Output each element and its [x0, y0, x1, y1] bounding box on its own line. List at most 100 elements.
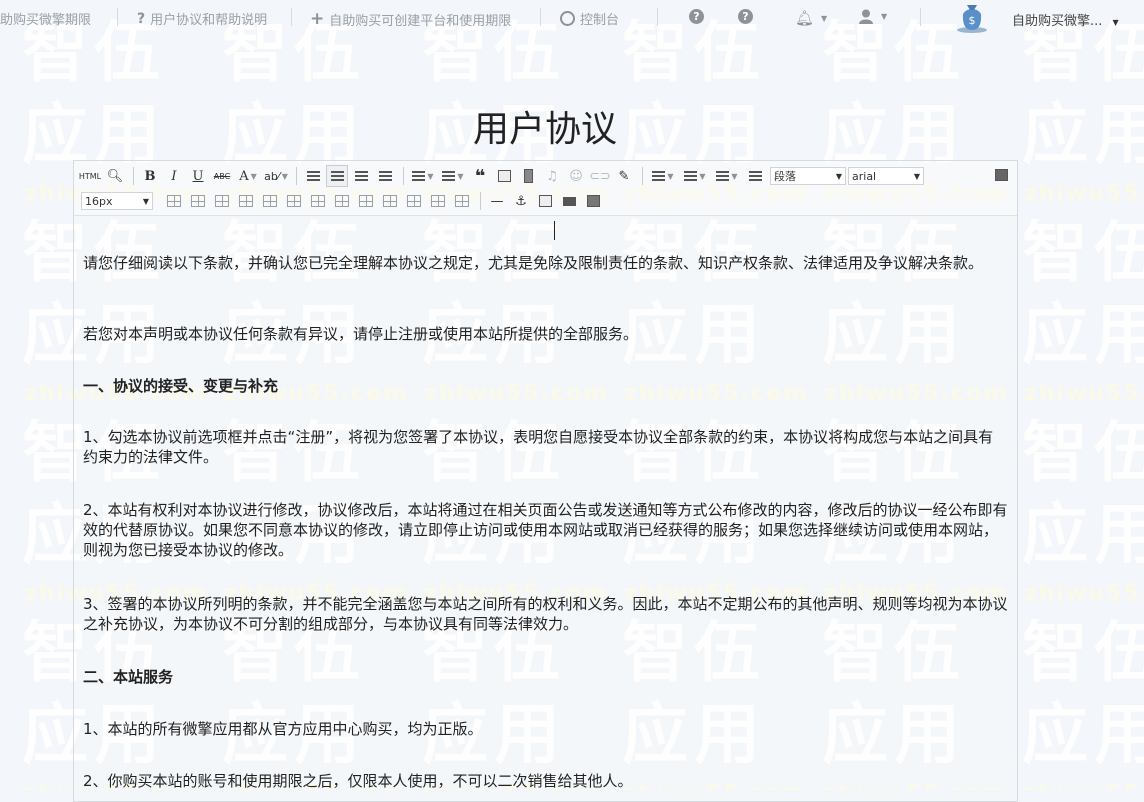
money-bag-icon: $	[957, 5, 987, 33]
nav-item-user-agreement[interactable]: ? 用户协议和帮助说明	[137, 9, 268, 29]
line-height-icon	[716, 170, 730, 182]
font-color-label: A	[239, 168, 249, 184]
delete-col-button[interactable]	[307, 190, 329, 212]
emotion-button[interactable]: ☺	[565, 165, 587, 187]
anchor-button[interactable]: ⚓︎	[510, 190, 532, 212]
row-spacing-bottom-button[interactable]: ▼	[680, 165, 710, 187]
chevron-down-icon: ▼	[250, 171, 257, 181]
paragraph-before-table-icon	[215, 195, 229, 207]
anchor-icon: ⚓︎	[515, 193, 527, 209]
chevron-down-icon: ▼	[427, 171, 434, 181]
quote-icon: ❝	[474, 165, 486, 187]
underline-button[interactable]: U	[187, 165, 209, 187]
font-size-select[interactable]: 16px ▼	[81, 192, 153, 210]
merge-down-button[interactable]	[379, 190, 401, 212]
insert-paragraph-before-table-button[interactable]	[211, 190, 233, 212]
horizontal-rule-icon: —	[490, 193, 504, 209]
indent-button[interactable]	[744, 165, 766, 187]
nav-item-label: 助购买微擎期限	[0, 13, 92, 28]
row-spacing-top-button[interactable]: ▼	[648, 165, 678, 187]
fullscreen-icon	[994, 169, 1008, 181]
watermark-url: zhiwu55.com	[1024, 781, 1144, 790]
account-avatar[interactable]: $	[954, 0, 990, 34]
split-cells-button[interactable]	[403, 190, 425, 212]
strike-label: ABC	[213, 171, 231, 181]
delete-table-button[interactable]	[187, 190, 209, 212]
nav-divider	[540, 8, 541, 26]
font-color-button[interactable]: A ▼	[235, 165, 261, 187]
strikethrough-button[interactable]: ABC	[211, 165, 233, 187]
print-button[interactable]	[558, 190, 580, 212]
unordered-list-button[interactable]: ▼	[439, 165, 467, 187]
toolbar-divider	[133, 167, 134, 185]
nav-item-purchase-period[interactable]: 助购买微擎期限	[0, 9, 91, 28]
question-icon: ?	[689, 9, 704, 24]
font-family-select[interactable]: arial ▼	[848, 167, 924, 185]
align-left-icon	[306, 170, 320, 182]
toolbar-divider	[296, 167, 297, 185]
delete-row-button[interactable]	[259, 190, 281, 212]
help-button-1[interactable]: ?	[689, 9, 704, 24]
insert-image-button[interactable]	[493, 165, 515, 187]
align-justify-button[interactable]	[374, 165, 396, 187]
help-button-2[interactable]: ?	[738, 9, 753, 24]
toolbar-divider	[480, 192, 481, 210]
html-source-button[interactable]: HTML	[78, 165, 102, 187]
nav-item-label: 用户协议和帮助说明	[150, 13, 268, 28]
image-icon	[497, 170, 511, 182]
insert-video-button[interactable]	[517, 165, 539, 187]
split-cols-button[interactable]	[451, 190, 473, 212]
align-justify-icon	[378, 170, 392, 182]
font-size-value: 16px	[85, 194, 113, 208]
bold-label: B	[144, 168, 156, 184]
underline-label: U	[192, 168, 204, 184]
insert-picture-button[interactable]	[534, 190, 556, 212]
merge-cells-button[interactable]	[331, 190, 353, 212]
align-left-button[interactable]	[302, 165, 324, 187]
nav-item-console[interactable]: 控制台	[560, 9, 619, 28]
question-icon: ?	[738, 9, 753, 24]
insert-row-button[interactable]	[235, 190, 257, 212]
bold-button[interactable]: B	[139, 165, 161, 187]
bell-icon: 🔔︎	[795, 9, 815, 27]
user-icon	[859, 9, 873, 24]
align-center-button[interactable]	[326, 165, 348, 187]
page-title: 用户协议	[472, 109, 617, 150]
nav-item-self-purchase[interactable]: + 自助购买可创建平台和使用期限	[310, 9, 511, 29]
insert-link-button[interactable]: ⊂⊃	[589, 165, 611, 187]
rich-text-editor: HTML 🔍︎ B I U ABC A ▼ ab⁄ ▼ ▼ ▼ ❝ ♫ ☺ ⊂⊃ ✎	[73, 160, 1018, 802]
preview-button[interactable]: 🔍︎	[104, 165, 126, 187]
notification-dropdown[interactable]: 🔔︎ ▼	[795, 9, 827, 27]
italic-button[interactable]: I	[163, 165, 185, 187]
merge-down-icon	[383, 195, 397, 207]
align-right-button[interactable]	[350, 165, 372, 187]
insert-table-button[interactable]	[163, 190, 185, 212]
ordered-list-button[interactable]: ▼	[409, 165, 437, 187]
paste-button[interactable]	[582, 190, 604, 212]
paragraph: 请您仔细阅读以下条款，并确认您已完全理解本协议之规定，尤其是免除及限制责任的条款…	[83, 254, 984, 272]
editor-toolbar: HTML 🔍︎ B I U ABC A ▼ ab⁄ ▼ ▼ ▼ ❝ ♫ ☺ ⊂⊃ ✎	[74, 161, 1017, 216]
blockquote-button[interactable]: ❝	[469, 165, 491, 187]
paragraph: 1、本站的所有微擎应用都从官方应用中心购买，均为正版。	[83, 720, 483, 738]
insert-music-button[interactable]: ♫	[541, 165, 563, 187]
magnifier-icon: 🔍︎	[106, 168, 124, 184]
watermark-url: zhiwu55.com	[1024, 581, 1144, 606]
merge-right-button[interactable]	[355, 190, 377, 212]
paste-icon	[586, 195, 600, 207]
line-height-button[interactable]: ▼	[712, 165, 742, 187]
highlight-button[interactable]: ab⁄ ▼	[263, 165, 289, 187]
horizontal-rule-button[interactable]: —	[486, 190, 508, 212]
insert-col-button[interactable]	[283, 190, 305, 212]
row-spacing-icon	[652, 170, 666, 182]
watermark-logo-text: 智伍 应用	[1022, 614, 1144, 773]
eraser-button[interactable]: ✎	[613, 165, 635, 187]
paragraph-format-select[interactable]: 段落 ▼	[770, 167, 846, 185]
font-family-value: arial	[852, 169, 877, 183]
toolbar-divider	[642, 167, 643, 185]
split-rows-button[interactable]	[427, 190, 449, 212]
merge-right-icon	[359, 195, 373, 207]
chevron-down-icon: ▼	[281, 171, 288, 181]
fullscreen-button[interactable]	[990, 164, 1012, 186]
user-dropdown[interactable]: ▼	[858, 9, 887, 24]
account-menu[interactable]: 自助购买微擎... ▼	[1012, 10, 1119, 29]
